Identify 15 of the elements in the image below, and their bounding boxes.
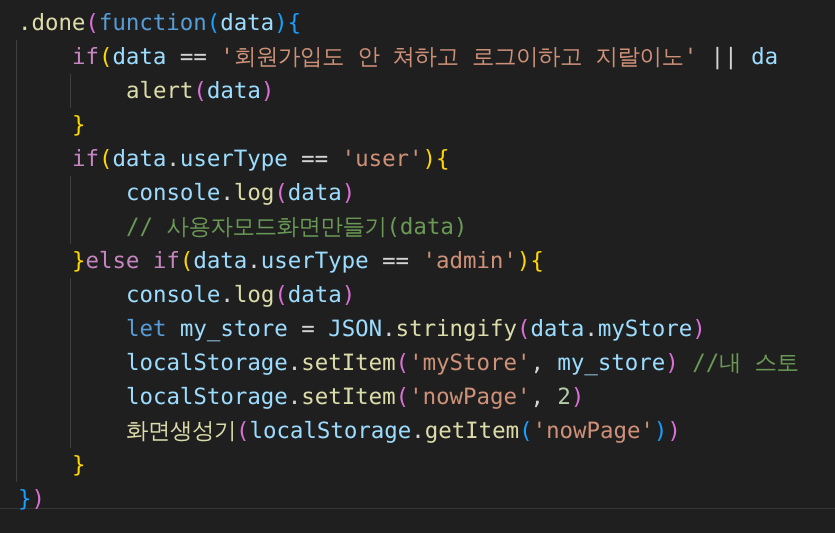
code-line: // 사용자모드화면만들기(data) xyxy=(126,213,468,242)
code-line: .done(function(data){ xyxy=(18,9,302,38)
code-line: }) xyxy=(18,485,45,514)
code-line: if(data.userType == 'user'){ xyxy=(72,145,450,174)
code-line: localStorage.setItem('myStore', my_store) //내 스토 xyxy=(126,349,799,378)
code-line: localStorage.setItem('nowPage', 2) xyxy=(126,383,584,412)
code-line: console.log(data) xyxy=(126,179,356,208)
code-line: }else if(data.userType == 'admin'){ xyxy=(72,247,544,276)
code-line: } xyxy=(72,111,86,140)
code-line: alert(data) xyxy=(126,77,274,106)
code-line: console.log(data) xyxy=(126,281,356,310)
code-line: let my_store = JSON.stringify(data.myStore) xyxy=(126,315,706,344)
code-line: } xyxy=(72,451,86,480)
code-line: 화면생성기(localStorage.getItem('nowPage')) xyxy=(126,417,681,446)
code-line: if(data == '회원가입도 안 쳐하고 로그이하고 지랄이노' || da xyxy=(72,43,778,72)
